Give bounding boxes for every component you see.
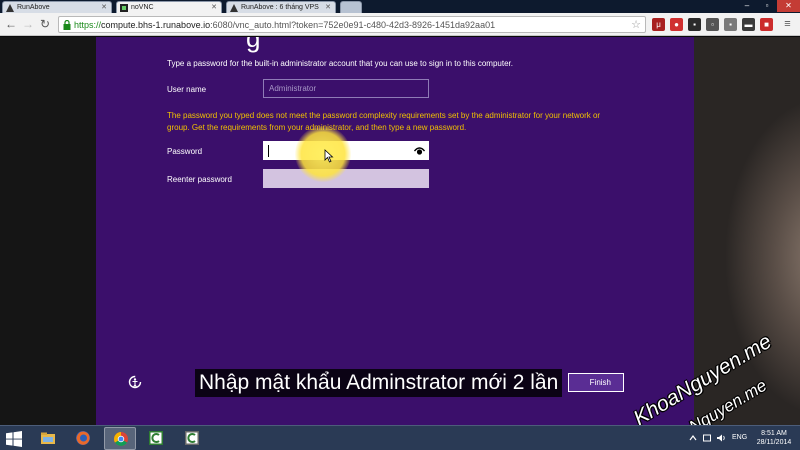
- reload-icon[interactable]: ↻: [38, 17, 52, 31]
- clock-time: 8:51 AM: [761, 430, 787, 437]
- video-subtitle: Nhập mật khẩu Adminstrator mới 2 lần: [195, 369, 563, 397]
- chrome-icon: [114, 432, 128, 446]
- language-indicator[interactable]: ENG: [732, 434, 747, 441]
- show-hidden-icons-icon[interactable]: [688, 433, 698, 443]
- tab-label: noVNC: [131, 4, 154, 11]
- volume-icon[interactable]: [716, 433, 726, 443]
- firefox-icon: [76, 431, 90, 445]
- url-text: https://compute.bhs-1.runabove.io:6080/v…: [74, 20, 496, 30]
- taskbar-chrome[interactable]: [104, 427, 136, 450]
- username-field[interactable]: Administrator: [263, 79, 429, 98]
- novnc-icon: [120, 4, 128, 12]
- file-explorer-icon: [41, 432, 55, 444]
- extension-icon[interactable]: ●: [670, 18, 683, 31]
- tab-label: RunAbove : 6 tháng VPS: [241, 4, 319, 11]
- bookmark-star-icon[interactable]: ☆: [631, 18, 641, 32]
- browser-tab-strip: RunAbove ✕ noVNC ✕ RunAbove : 6 tháng VP…: [0, 0, 800, 13]
- reenter-password-field[interactable]: [263, 169, 429, 188]
- address-bar[interactable]: https://compute.bhs-1.runabove.io:6080/v…: [58, 16, 646, 33]
- browser-toolbar: ← → ↻ https://compute.bhs-1.runabove.io:…: [0, 13, 800, 36]
- runabove-icon: [6, 4, 14, 12]
- page-title: g: [246, 37, 261, 53]
- camtasia-recorder-icon: [185, 431, 199, 445]
- taskbar-clock[interactable]: 8:51 AM 28/11/2014: [752, 429, 796, 447]
- taskbar-camtasia-recorder[interactable]: [176, 427, 208, 450]
- extension-icon[interactable]: ■: [760, 18, 773, 31]
- tab-close-icon[interactable]: ✕: [101, 2, 107, 13]
- tab-runabove[interactable]: RunAbove ✕: [2, 1, 112, 13]
- taskbar-file-explorer[interactable]: [32, 427, 64, 450]
- windows-taskbar: ENG 8:51 AM 28/11/2014: [0, 425, 800, 450]
- tab-runabove-vps[interactable]: RunAbove : 6 tháng VPS ✕: [226, 1, 336, 13]
- forward-icon[interactable]: →: [21, 17, 35, 31]
- tab-close-icon[interactable]: ✕: [211, 2, 217, 13]
- reveal-password-icon[interactable]: [414, 146, 425, 156]
- clock-date: 28/11/2014: [756, 439, 792, 446]
- tab-close-icon[interactable]: ✕: [325, 2, 331, 13]
- maximize-icon[interactable]: ▫: [757, 0, 777, 12]
- extension-icon[interactable]: ▪: [724, 18, 737, 31]
- taskbar-firefox[interactable]: [67, 427, 99, 450]
- windows-setup-screen[interactable]: g Type a password for the built-in admin…: [96, 37, 694, 425]
- new-tab-button[interactable]: [340, 1, 362, 13]
- lock-icon: [63, 20, 71, 30]
- intro-text: Type a password for the built-in adminis…: [167, 59, 513, 68]
- page-icon: [230, 4, 238, 12]
- action-center-icon[interactable]: [702, 433, 712, 443]
- password-label: Password: [167, 147, 203, 156]
- tab-novnc[interactable]: noVNC ✕: [116, 1, 222, 13]
- ease-of-access-icon[interactable]: [128, 375, 142, 389]
- text-caret: [268, 145, 269, 157]
- viewport-margin-left: [0, 37, 96, 425]
- mouse-pointer-icon: [324, 149, 334, 163]
- username-label: User name: [167, 85, 207, 94]
- camtasia-icon: [149, 431, 163, 445]
- tab-label: RunAbove: [17, 4, 50, 11]
- taskbar-camtasia[interactable]: [140, 427, 172, 450]
- extension-icon[interactable]: ▫: [706, 18, 719, 31]
- close-window-icon[interactable]: ✕: [777, 0, 800, 12]
- menu-icon[interactable]: ≡: [781, 18, 794, 31]
- extension-icon[interactable]: ▬: [742, 18, 755, 31]
- vnc-viewport[interactable]: g Type a password for the built-in admin…: [0, 37, 800, 425]
- ublock-icon[interactable]: μ: [652, 18, 665, 31]
- extension-icon[interactable]: ▪: [688, 18, 701, 31]
- minimize-icon[interactable]: –: [737, 0, 757, 12]
- back-icon[interactable]: ←: [4, 17, 18, 31]
- cursor-highlight: [295, 126, 351, 182]
- start-button-icon[interactable]: [6, 431, 22, 447]
- password-warning: The password you typed does not meet the…: [167, 111, 601, 132]
- reenter-password-label: Reenter password: [167, 175, 232, 184]
- finish-button[interactable]: Finish: [568, 373, 624, 392]
